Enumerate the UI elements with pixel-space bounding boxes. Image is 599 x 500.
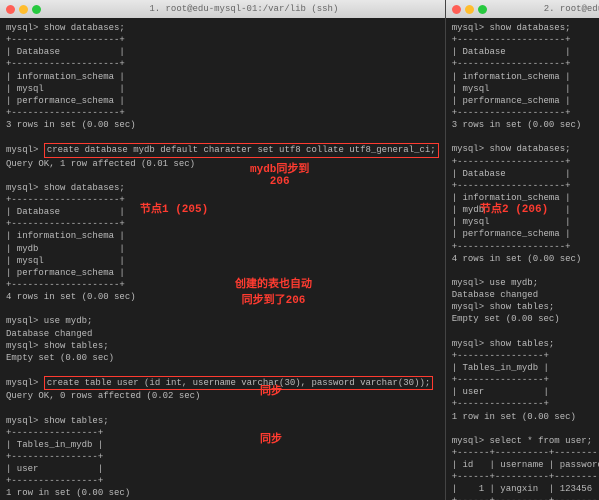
close-icon[interactable] [6, 5, 15, 14]
traffic-lights [6, 5, 41, 14]
maximize-icon[interactable] [32, 5, 41, 14]
sql-create-table: create table user (id int, username varc… [44, 376, 433, 390]
sql-create-db: create database mydb default character s… [44, 143, 439, 157]
left-pane: 1. root@edu-mysql-01:/var/lib (ssh) mysq… [0, 0, 446, 500]
maximize-icon[interactable] [478, 5, 487, 14]
minimize-icon[interactable] [19, 5, 28, 14]
close-icon[interactable] [452, 5, 461, 14]
titlebar-left: 1. root@edu-mysql-01:/var/lib (ssh) [0, 0, 445, 18]
right-pane: 2. root@edu-mysql-02:/var/lib/my mysql> … [446, 0, 599, 500]
window-title-left: 1. root@edu-mysql-01:/var/lib (ssh) [49, 4, 439, 14]
minimize-icon[interactable] [465, 5, 474, 14]
traffic-lights [452, 5, 487, 14]
terminal-right[interactable]: mysql> show databases; +----------------… [446, 18, 599, 500]
window-title-right: 2. root@edu-mysql-02:/var/lib/my [495, 4, 599, 14]
titlebar-right: 2. root@edu-mysql-02:/var/lib/my [446, 0, 599, 18]
terminal-left[interactable]: mysql> show databases; +----------------… [0, 18, 445, 500]
